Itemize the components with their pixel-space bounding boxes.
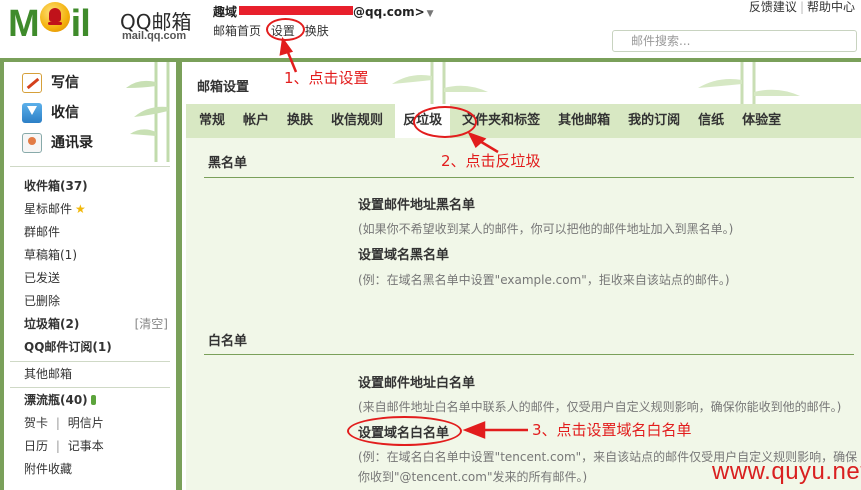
sidebar: 写信 收信 通讯录 收件箱(37) 星标邮件 ★ 群邮件 草稿箱(1) 已发送 已…: [4, 62, 176, 490]
download-icon: [22, 103, 42, 123]
address-blacklist-link[interactable]: 设置邮件地址黑名单: [358, 194, 475, 213]
pencil-icon: [22, 73, 42, 93]
whitelist-heading: 白名单: [208, 334, 248, 349]
page-title: 邮箱设置: [197, 80, 250, 95]
top-links: 反馈建议 | 帮助中心: [749, 0, 855, 15]
logo-wordmark: Mil: [8, 2, 91, 45]
address-blacklist-desc: (如果你不希望收到某人的邮件，你可以把他的邮件地址加入到黑名单。): [358, 222, 734, 236]
domain-blacklist-desc: (例：在域名黑名单中设置"example.com"，拒收来自该站点的邮件。): [358, 273, 730, 287]
folder-card-row: 贺卡 | 明信片: [24, 416, 104, 430]
contacts-button[interactable]: 通讯录: [22, 128, 176, 158]
folder-other-mailboxes[interactable]: 其他邮箱: [24, 363, 176, 386]
domain-whitelist-desc-line2: 你收到"@tencent.com"发来的所有邮件。): [358, 470, 588, 484]
folder-attachments[interactable]: 附件收藏: [24, 458, 176, 481]
tab-general[interactable]: 常规: [199, 104, 225, 138]
logo-domain: mail.qq.com: [122, 30, 187, 42]
postcard-link[interactable]: 明信片: [68, 416, 104, 430]
tab-subscriptions[interactable]: 我的订阅: [628, 104, 680, 138]
bottle-icon: [90, 395, 96, 405]
separator: |: [799, 0, 804, 14]
folder-sent[interactable]: 已发送: [24, 267, 176, 290]
clear-spam-link[interactable]: [清空]: [135, 313, 168, 336]
user-name-prefix: 趣域: [213, 5, 238, 19]
folder-spam[interactable]: 垃圾箱(2) [清空]: [24, 313, 176, 336]
highlight-oval-settings: [266, 18, 305, 41]
calendar-link[interactable]: 日历: [24, 439, 48, 453]
folder-group[interactable]: 群邮件: [24, 221, 176, 244]
antispam-content: 黑名单 设置邮件地址黑名单 (如果你不希望收到某人的邮件，你可以把他的邮件地址加…: [186, 138, 861, 490]
folder-starred[interactable]: 星标邮件 ★: [24, 198, 176, 221]
contacts-icon: [22, 133, 42, 153]
redaction-bar: [239, 6, 354, 15]
tab-account[interactable]: 帐户: [243, 104, 269, 138]
tab-stationery[interactable]: 信纸: [698, 104, 724, 138]
user-email-suffix: @qq.com>: [353, 5, 425, 19]
tab-lab[interactable]: 体验室: [742, 104, 781, 138]
settings-tabs: 常规 帐户 换肤 收信规则 反垃圾 文件夹和标签 其他邮箱 我的订阅 信纸 体验…: [186, 104, 861, 138]
tab-rules[interactable]: 收信规则: [331, 104, 383, 138]
search-input[interactable]: 邮件搜索...: [612, 30, 857, 52]
star-icon: ★: [75, 202, 86, 216]
divider: [204, 177, 854, 178]
main-panel: 邮箱设置 常规 帐户 换肤 收信规则 反垃圾 文件夹和标签 其他邮箱 我的订阅 …: [182, 62, 861, 490]
domain-blacklist-link[interactable]: 设置域名黑名单: [358, 244, 449, 263]
user-account[interactable]: 趣域 @qq.com> ▼: [213, 3, 434, 19]
folder-drift-bottle[interactable]: 漂流瓶(40): [24, 389, 176, 412]
feedback-link[interactable]: 反馈建议: [749, 0, 797, 14]
address-whitelist-desc: (来自邮件地址白名单中联系人的邮件，仅受用户自定义规则影响，确保你能收到他的邮件…: [358, 400, 842, 414]
folder-deleted[interactable]: 已删除: [24, 290, 176, 313]
receive-button[interactable]: 收信: [22, 98, 176, 128]
folder-inbox[interactable]: 收件箱(37): [24, 175, 176, 198]
qqmail-logo[interactable]: Mil QQ邮箱 mail.qq.com: [8, 2, 208, 48]
address-whitelist-link[interactable]: 设置邮件地址白名单: [358, 372, 475, 391]
tab-skin[interactable]: 换肤: [287, 104, 313, 138]
notes-link[interactable]: 记事本: [68, 439, 104, 453]
highlight-oval-domain-whitelist: [347, 416, 462, 446]
card-link[interactable]: 贺卡: [24, 416, 48, 430]
compose-button[interactable]: 写信: [22, 68, 176, 98]
annotation-step-1: 1、点击设置: [284, 69, 369, 87]
watermark: www.quyu.net: [712, 458, 861, 485]
nav-home-link[interactable]: 邮箱首页: [213, 24, 261, 38]
folder-calendar-row: 日历 | 记事本: [24, 439, 104, 453]
tab-other-mailboxes[interactable]: 其他邮箱: [558, 104, 610, 138]
divider: [204, 354, 854, 355]
help-link[interactable]: 帮助中心: [807, 0, 855, 14]
folder-subscriptions[interactable]: QQ邮件订阅(1): [24, 336, 176, 359]
bell-icon: [39, 2, 70, 32]
folder-drafts[interactable]: 草稿箱(1): [24, 244, 176, 267]
header: Mil QQ邮箱 mail.qq.com 趣域 @qq.com> ▼ 邮箱首页 设置…: [0, 0, 861, 58]
divider: [10, 166, 170, 167]
annotation-step-3: 3、点击设置域名白名单: [532, 421, 692, 439]
highlight-oval-antispam: [413, 106, 477, 138]
annotation-step-2: 2、点击反垃圾: [441, 152, 541, 170]
chevron-down-icon[interactable]: ▼: [427, 9, 434, 19]
divider: [10, 387, 170, 388]
blacklist-heading: 黑名单: [208, 156, 248, 171]
nav-skin-link[interactable]: 换肤: [305, 24, 329, 38]
